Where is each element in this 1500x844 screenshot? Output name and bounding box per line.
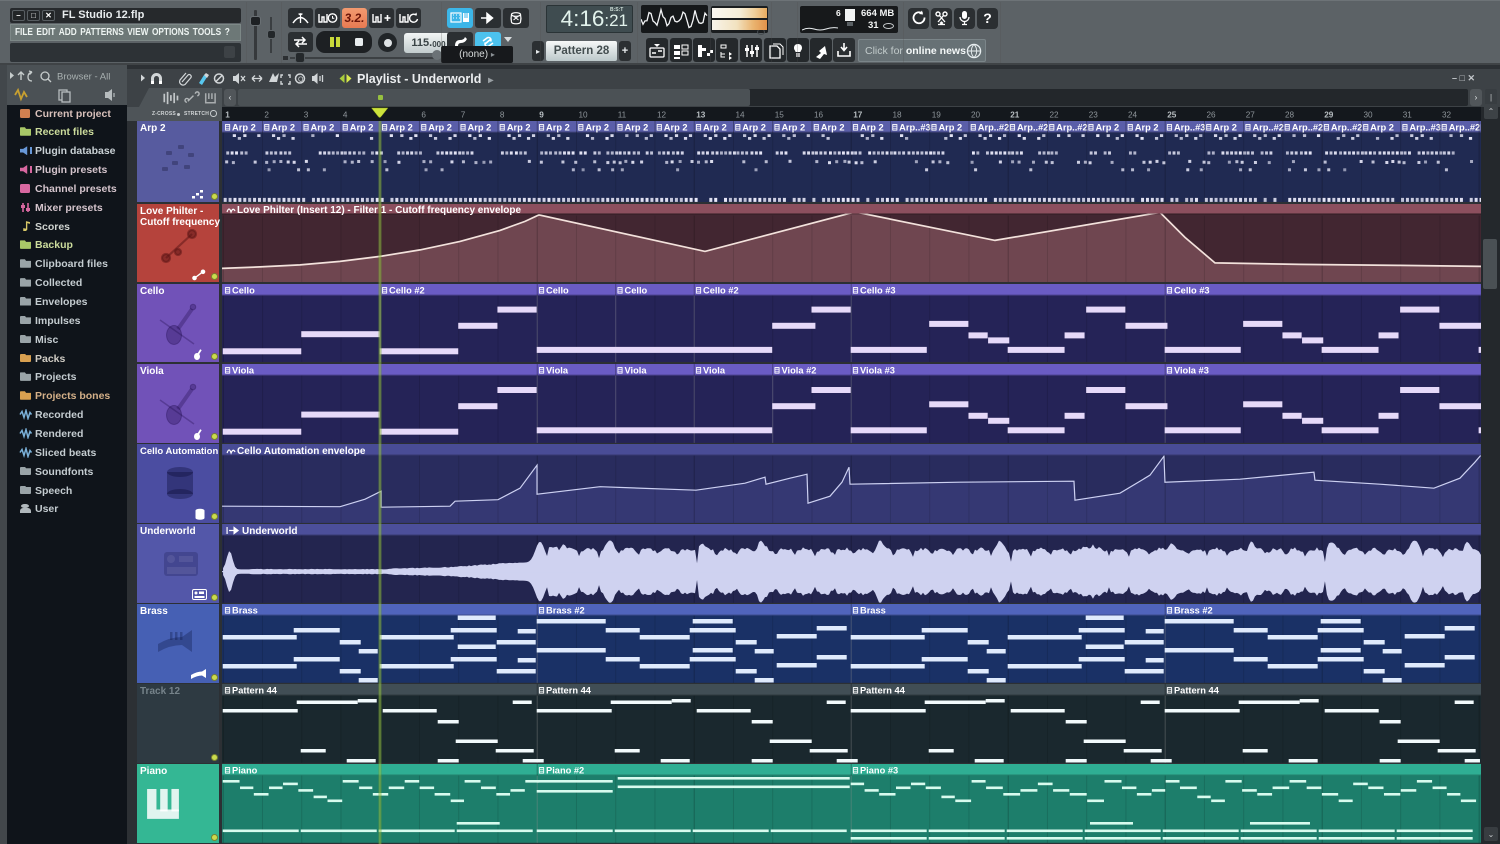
svg-text:Arp..#3: Arp..#3 [1174, 123, 1205, 133]
svg-text:Brass: Brass [232, 606, 258, 616]
svg-text:17: 17 [853, 111, 863, 120]
svg-text:Viola #3: Viola #3 [860, 365, 895, 375]
svg-text:27: 27 [1246, 111, 1256, 120]
svg-text:Piano: Piano [232, 766, 258, 776]
svg-text:Pattern 44: Pattern 44 [860, 686, 906, 696]
svg-text:1: 1 [225, 111, 230, 120]
svg-text:6: 6 [421, 111, 426, 120]
svg-text:Viola #3: Viola #3 [1174, 365, 1209, 375]
svg-text:Viola: Viola [546, 365, 569, 375]
svg-text:Arp 2: Arp 2 [1213, 123, 1237, 133]
svg-text:Arp 2: Arp 2 [311, 123, 335, 133]
svg-text:Arp 2: Arp 2 [782, 123, 806, 133]
svg-text:Arp 2: Arp 2 [585, 123, 609, 133]
svg-text:29: 29 [1324, 111, 1334, 120]
svg-text:14: 14 [736, 111, 746, 120]
svg-text:Browser - All: Browser - All [57, 72, 110, 83]
svg-text:Arp..#2: Arp..#2 [1017, 123, 1048, 133]
svg-text:Arp..#2: Arp..#2 [978, 123, 1009, 133]
svg-text:Brass #2: Brass #2 [1174, 606, 1213, 616]
svg-text:Arp 2: Arp 2 [271, 123, 295, 133]
svg-text:23: 23 [1089, 111, 1099, 120]
svg-text:Cello #3: Cello #3 [1174, 285, 1210, 295]
svg-text:18: 18 [893, 111, 903, 120]
svg-text:4: 4 [343, 111, 348, 120]
svg-text:Piano #2: Piano #2 [546, 766, 584, 776]
svg-text:Cello #3: Cello #3 [860, 285, 896, 295]
svg-text:Viola #2: Viola #2 [782, 365, 817, 375]
svg-text:13: 13 [696, 111, 706, 120]
svg-text:Cello: Cello [625, 285, 648, 295]
svg-text:Arp..#2: Arp..#2 [1252, 123, 1283, 133]
svg-text:Viola: Viola [232, 365, 255, 375]
svg-text:Brass #2: Brass #2 [546, 606, 585, 616]
svg-text:3: 3 [304, 111, 309, 120]
svg-text:Piano #3: Piano #3 [860, 766, 898, 776]
svg-text:Arp..#3: Arp..#3 [1409, 123, 1440, 133]
svg-text:16: 16 [814, 111, 824, 120]
svg-text:21: 21 [1010, 111, 1020, 120]
svg-text:Arp 2: Arp 2 [546, 123, 570, 133]
svg-text:Arp 2: Arp 2 [1135, 123, 1159, 133]
svg-text:Pattern 44: Pattern 44 [546, 686, 592, 696]
svg-text:24: 24 [1128, 111, 1138, 120]
svg-text:Pattern 44: Pattern 44 [232, 686, 278, 696]
svg-text:Arp 2: Arp 2 [389, 123, 413, 133]
svg-text:?: ? [983, 10, 992, 26]
svg-text:Arp 2: Arp 2 [703, 123, 727, 133]
svg-text:Arp 2: Arp 2 [507, 123, 531, 133]
svg-text:22: 22 [1050, 111, 1060, 120]
svg-text:Cello Automation envelope: Cello Automation envelope [237, 446, 366, 457]
svg-text:Arp 2: Arp 2 [860, 123, 884, 133]
svg-text:12: 12 [657, 111, 667, 120]
svg-text:Arp 2: Arp 2 [232, 123, 256, 133]
svg-text:32: 32 [1442, 111, 1452, 120]
svg-text:7: 7 [461, 111, 466, 120]
svg-text:Arp..#2: Arp..#2 [1292, 123, 1323, 133]
svg-text:19: 19 [932, 111, 942, 120]
svg-text:25: 25 [1167, 111, 1177, 120]
svg-text:2: 2 [264, 111, 269, 120]
svg-text:Cello: Cello [232, 285, 255, 295]
svg-text:Arp 2: Arp 2 [1095, 123, 1119, 133]
svg-text:Arp 2: Arp 2 [468, 123, 492, 133]
svg-text:Arp..#2: Arp..#2 [1056, 123, 1087, 133]
svg-text:Cello: Cello [546, 285, 569, 295]
svg-text:Cello #2: Cello #2 [703, 285, 739, 295]
svg-text:Q: Q [298, 77, 304, 84]
svg-text:Arp..#2: Arp..#2 [1331, 123, 1362, 133]
svg-text:Pattern 44: Pattern 44 [1174, 686, 1220, 696]
svg-text:20: 20 [971, 111, 981, 120]
svg-text:Brass: Brass [860, 606, 886, 616]
svg-text:Viola: Viola [703, 365, 726, 375]
svg-text:11: 11 [618, 111, 627, 120]
svg-text:10: 10 [579, 111, 589, 120]
svg-text:31: 31 [1403, 111, 1413, 120]
svg-text:30: 30 [1364, 111, 1374, 120]
svg-text:Viola: Viola [625, 365, 648, 375]
svg-text:Arp 2: Arp 2 [821, 123, 845, 133]
svg-text:Arp 2: Arp 2 [428, 123, 452, 133]
svg-text:Arp 2: Arp 2 [1370, 123, 1394, 133]
svg-text:26: 26 [1207, 111, 1217, 120]
svg-text:Arp 2: Arp 2 [350, 123, 374, 133]
svg-text:15: 15 [775, 111, 785, 120]
svg-text:Arp 2: Arp 2 [742, 123, 766, 133]
svg-text:9: 9 [539, 111, 544, 120]
svg-text:Underworld: Underworld [242, 526, 297, 537]
svg-text:Arp 2: Arp 2 [938, 123, 962, 133]
svg-text:Cello #2: Cello #2 [389, 285, 425, 295]
svg-text:28: 28 [1285, 111, 1295, 120]
svg-text:Arp..#2: Arp..#2 [1449, 123, 1480, 133]
svg-text:Arp 2: Arp 2 [625, 123, 649, 133]
svg-text:Arp 2: Arp 2 [664, 123, 688, 133]
svg-text:8: 8 [500, 111, 505, 120]
svg-text:Arp..#3: Arp..#3 [899, 123, 930, 133]
